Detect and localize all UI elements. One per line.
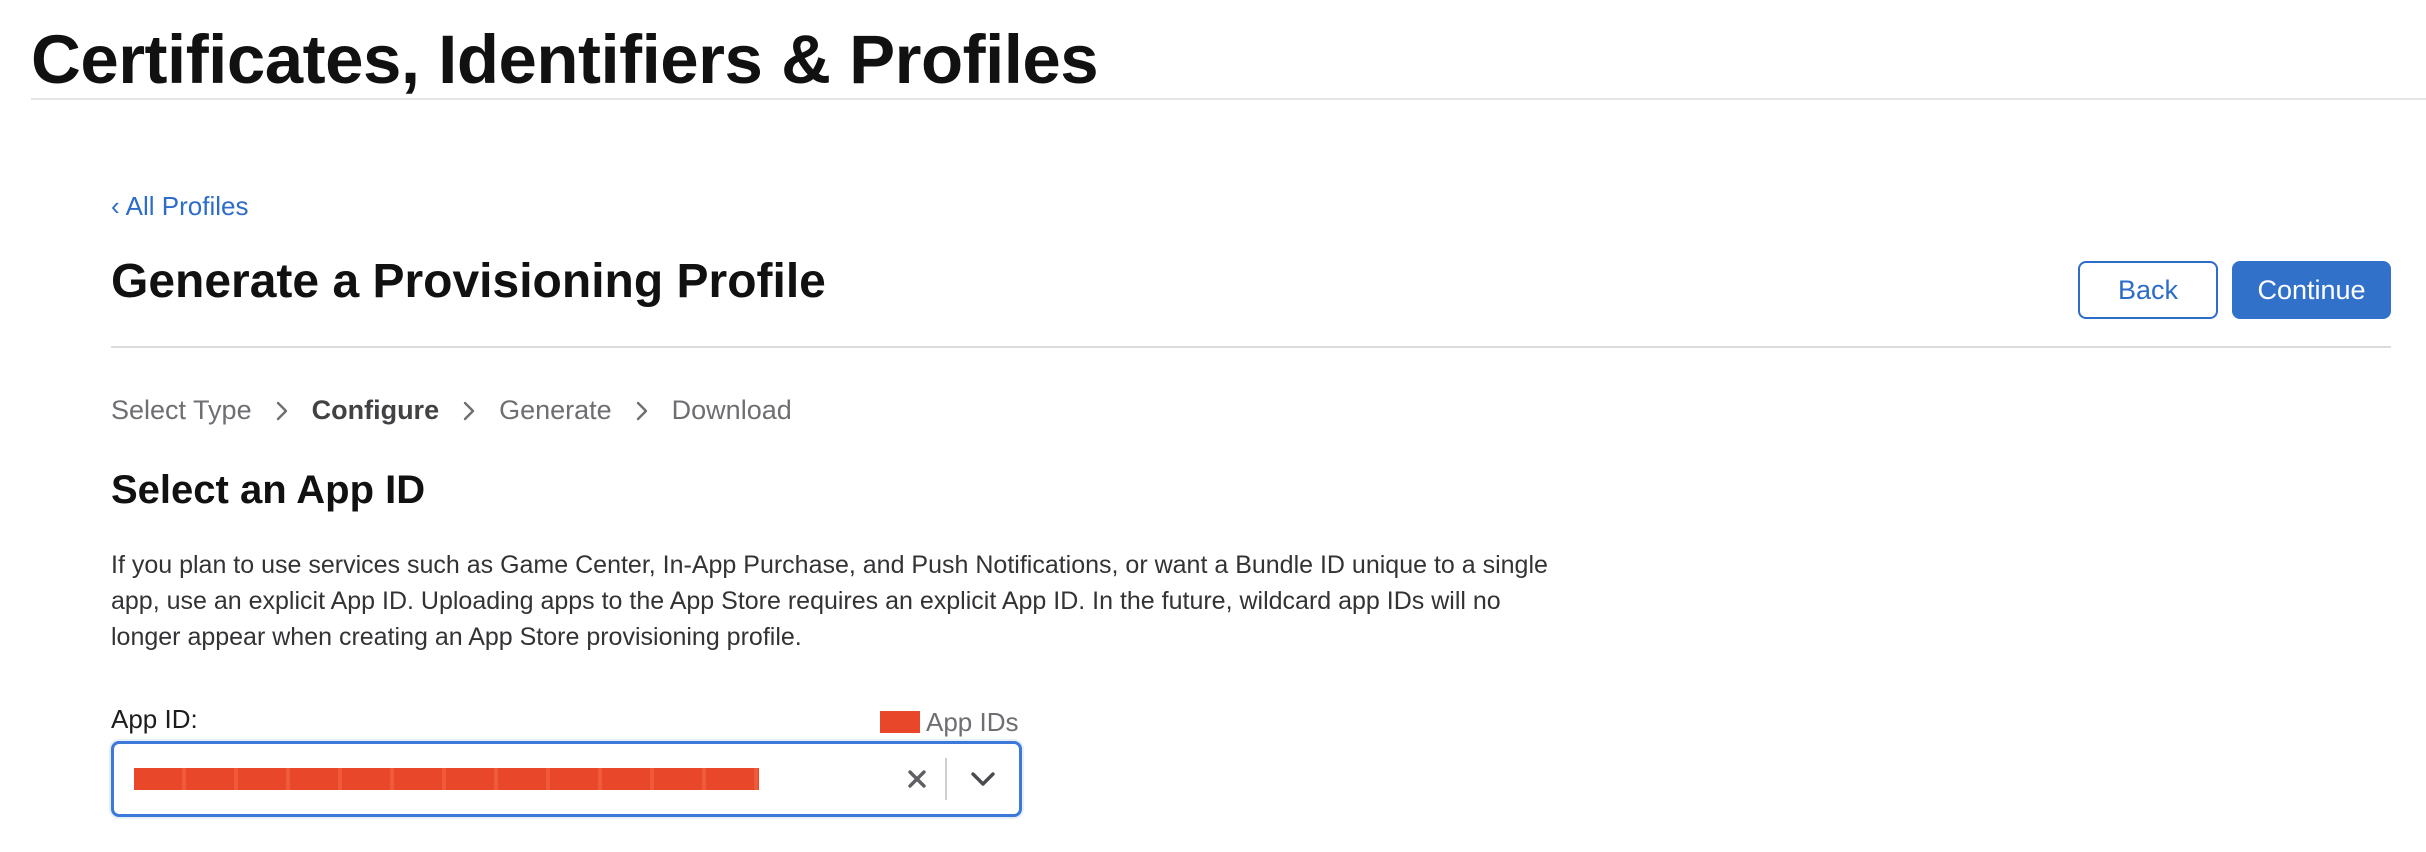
select-actions (889, 744, 1019, 814)
page-divider (111, 346, 2391, 348)
step-select-type: Select Type (111, 394, 252, 425)
all-profiles-link-label: All Profiles (125, 191, 249, 221)
wizard-steps: Select Type Configure Generate Download (111, 390, 792, 430)
back-button[interactable]: Back (2078, 261, 2218, 319)
chevron-down-icon[interactable] (947, 744, 1019, 814)
app-id-label: App ID: (111, 704, 198, 734)
close-icon[interactable] (889, 744, 945, 814)
app-id-select[interactable] (111, 741, 1022, 817)
select-app-id-heading: Select an App ID (111, 468, 426, 512)
chevron-right-icon (252, 395, 312, 426)
chevron-right-icon (612, 395, 672, 426)
chevron-right-icon (439, 395, 499, 426)
all-profiles-link[interactable]: ‹ All Profiles (111, 190, 249, 222)
app-id-description: If you plan to use services such as Game… (111, 551, 1548, 651)
app-id-count-suffix: App IDs (926, 707, 1019, 737)
header-divider (31, 98, 2426, 100)
app-id-selected-value-redacted (134, 766, 759, 792)
chevron-left-icon: ‹ (111, 191, 120, 221)
page-title: Generate a Provisioning Profile (111, 255, 826, 308)
step-configure: Configure (311, 394, 440, 425)
app-id-count: App IDs (880, 706, 1019, 738)
continue-button[interactable]: Continue (2232, 261, 2391, 319)
step-download: Download (671, 394, 792, 425)
step-generate: Generate (499, 394, 612, 425)
redacted-count (880, 711, 920, 733)
page-header-title: Certificates, Identifiers & Profiles (31, 21, 1099, 98)
